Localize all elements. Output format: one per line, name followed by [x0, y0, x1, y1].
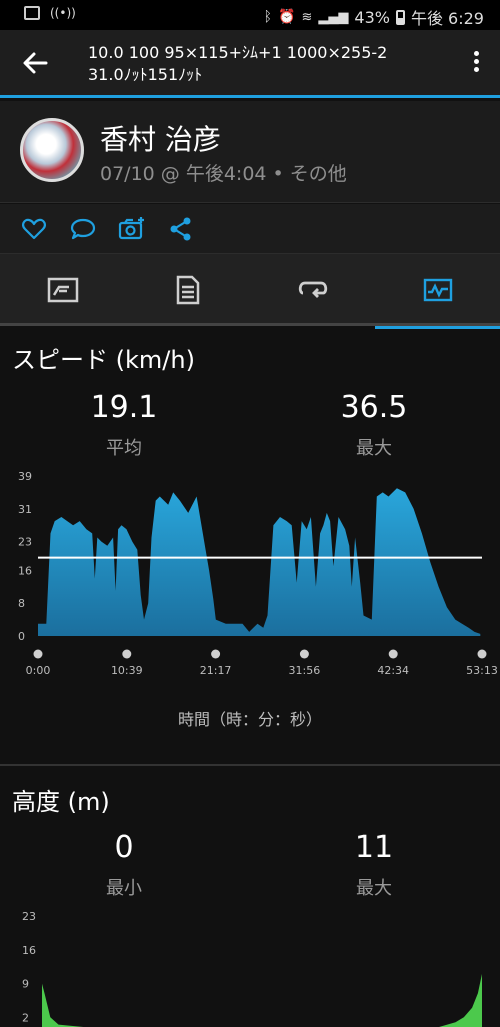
speed-x-tick-dot: [211, 649, 221, 659]
speed-y-tick-label: 16: [18, 564, 32, 577]
activity-tabs: [0, 254, 500, 329]
system-status: ᛒ ⏰ ≋ ▂▄▆ 43% 午後 6:29: [264, 5, 484, 29]
bluetooth-icon: ᛒ: [263, 9, 273, 25]
speed-avg-label: 平均: [106, 438, 142, 459]
speed-y-tick-label: 39: [18, 470, 32, 483]
speed-max-label: 最大: [356, 438, 392, 459]
chart-pulse-icon: [423, 278, 452, 302]
altitude-min-label: 最小: [106, 878, 142, 899]
clock: 午後 6:29: [410, 9, 484, 28]
cast-icon: ((•)): [50, 6, 76, 20]
altitude-title: 高度 (m): [12, 788, 110, 816]
tab-stats[interactable]: [125, 254, 250, 326]
speed-x-axis-label: 時間（時：分：秒）: [177, 710, 322, 729]
speed-y-tick-label: 0: [18, 630, 25, 643]
app-bar: 10.0 100 95×115+ｼﾑ+1 1000×255-2 31.0ﾉｯﾄ1…: [0, 30, 500, 98]
altitude-max-label: 最大: [356, 878, 392, 899]
speed-x-tick-dot: [299, 649, 309, 659]
document-list-icon: [176, 275, 199, 305]
signal-icon: ▂▄▆: [318, 9, 349, 25]
more-options-icon[interactable]: [466, 48, 486, 78]
speed-x-tick-dot: [477, 649, 487, 659]
speed-title: スピード (km/h): [12, 346, 195, 374]
speed-x-tick-label: 0:00: [26, 664, 51, 677]
image-notification-icon: [24, 6, 40, 20]
speed-x-tick-label: 31:56: [289, 664, 321, 677]
battery-icon: [395, 9, 405, 25]
speed-avg-value: 19.1: [90, 390, 158, 425]
altitude-chart[interactable]: 2 9 16 23: [0, 900, 500, 1027]
alarm-icon: ⏰: [278, 9, 296, 25]
comment-bubble-icon[interactable]: [70, 216, 96, 242]
speed-x-tick-dot: [33, 649, 43, 659]
tab-charts[interactable]: [375, 254, 500, 329]
activity-title: 10.0 100 95×115+ｼﾑ+1 1000×255-2 31.0ﾉｯﾄ1…: [88, 43, 388, 84]
speed-y-tick-label: 23: [18, 536, 32, 549]
speed-x-tick-label: 10:39: [111, 664, 143, 677]
notification-icons: ((•)): [24, 6, 76, 20]
speed-series-area: [38, 488, 481, 636]
battery-percent: 43%: [354, 7, 390, 27]
altitude-y-tick-label: 16: [22, 944, 36, 957]
speed-x-tick-label: 21:17: [200, 664, 232, 677]
overview-icon: [47, 277, 78, 303]
speed-max-value: 36.5: [340, 390, 408, 425]
add-photo-camera-icon[interactable]: [118, 216, 144, 242]
altitude-max-value: 11: [354, 830, 394, 865]
back-arrow-icon[interactable]: [18, 46, 52, 80]
social-actions: [0, 204, 500, 254]
speed-x-tick-dot: [122, 649, 132, 659]
status-bar: ((•)) ᛒ ⏰ ≋ ▂▄▆ 43% 午後 6:29: [0, 0, 500, 30]
altitude-min-value: 0: [114, 830, 134, 865]
speed-x-tick-dot: [388, 649, 398, 659]
share-icon[interactable]: [168, 216, 194, 242]
altitude-y-tick-label: 23: [22, 910, 36, 923]
like-heart-icon[interactable]: [21, 216, 47, 242]
altitude-series-area: [42, 973, 482, 1027]
altitude-y-tick-label: 2: [22, 1011, 29, 1024]
tab-laps[interactable]: [250, 254, 375, 326]
activity-header: 香村 治彦 07/10 @ 午後4:04 • その他: [0, 101, 500, 203]
laps-loop-icon: [298, 281, 327, 298]
section-divider: [0, 764, 500, 766]
speed-x-tick-label: 53:13: [466, 664, 498, 677]
altitude-y-tick-label: 9: [22, 978, 29, 991]
activity-meta: 07/10 @ 午後4:04 • その他: [100, 163, 347, 185]
speed-x-tick-label: 42:34: [377, 664, 409, 677]
tab-overview[interactable]: [0, 254, 125, 326]
user-name: 香村 治彦: [100, 123, 221, 156]
avatar[interactable]: [20, 118, 84, 182]
speed-chart[interactable]: 0 8 16 23 31 39 0:00 10:39 21:17 31:56 42:34 53:13: [0, 460, 500, 680]
speed-y-tick-label: 31: [18, 503, 32, 516]
wifi-icon: ≋: [301, 9, 313, 25]
speed-y-tick-label: 8: [18, 597, 25, 610]
